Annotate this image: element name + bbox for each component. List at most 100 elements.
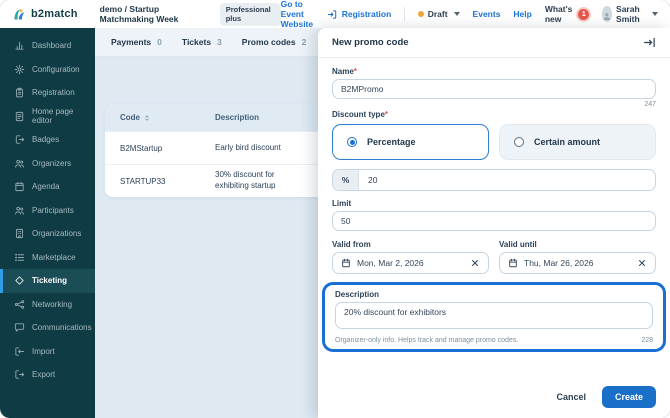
discount-type-certain-amount-option[interactable]: Certain amount: [499, 124, 656, 160]
name-label: Name*: [332, 67, 656, 76]
sidebar-item-registration[interactable]: Registration: [0, 81, 95, 105]
percentage-input-group: %: [332, 169, 656, 191]
sidebar-item-label: Badges: [32, 135, 60, 145]
percent-prefix: %: [333, 170, 359, 190]
percentage-input[interactable]: [359, 175, 655, 185]
clear-date-icon[interactable]: [637, 258, 647, 268]
option-label: Certain amount: [534, 137, 601, 147]
cancel-button[interactable]: Cancel: [556, 392, 586, 402]
whats-new-count-badge: 1: [578, 8, 590, 20]
logo-text: b2match: [31, 8, 78, 20]
description-highlight-box: Description 20% discount for exhibitors …: [322, 282, 666, 352]
valid-from-label: Valid from: [332, 240, 371, 249]
sidebar-item-label: Ticketing: [32, 276, 67, 286]
breadcrumb[interactable]: demo / Startup Matchmaking Week: [100, 4, 210, 24]
valid-until-field[interactable]: Thu, Mar 26, 2026: [499, 252, 656, 274]
sidebar-item-export[interactable]: Export: [0, 363, 95, 387]
sidebar-item-configuration[interactable]: Configuration: [0, 58, 95, 82]
clear-date-icon[interactable]: [470, 258, 480, 268]
gear-icon: [14, 64, 25, 75]
sidebar-item-dashboard[interactable]: Dashboard: [0, 34, 95, 58]
network-icon: [14, 300, 25, 309]
valid-from-value: Mon, Mar 2, 2026: [357, 258, 424, 268]
user-menu[interactable]: Sarah Smith: [602, 4, 658, 24]
valid-until-label: Valid until: [499, 240, 537, 249]
description-char-counter: 228: [641, 337, 653, 344]
new-promo-code-drawer: New promo code Name* 247 Discount type* …: [318, 28, 670, 418]
badge-icon: [15, 135, 25, 144]
sidebar-item-badges[interactable]: Badges: [0, 128, 95, 152]
limit-label: Limit: [332, 199, 352, 208]
column-header-code[interactable]: Code: [105, 113, 200, 122]
ticket-icon: [15, 276, 24, 285]
tab-label: Tickets: [181, 37, 212, 47]
sidebar-item-label: Import: [32, 346, 55, 356]
sidebar-item-import[interactable]: Import: [0, 340, 95, 364]
sidebar-item-communications[interactable]: Communications: [0, 316, 95, 340]
clipboard-icon: [16, 87, 23, 98]
whats-new-button[interactable]: What's new 1: [545, 4, 590, 24]
sidebar-item-home-page-editor[interactable]: Home page editor: [0, 105, 95, 129]
calendar-icon: [342, 258, 350, 268]
cell-code: B2MStartup: [120, 143, 163, 153]
limit-input[interactable]: [332, 211, 656, 231]
sidebar-item-label: Configuration: [32, 64, 80, 74]
description-helper-row: Organizer-only info. Helps track and man…: [335, 335, 653, 346]
tab-label: Promo codes: [241, 37, 296, 47]
sidebar-item-organizations[interactable]: Organizations: [0, 222, 95, 246]
caret-down-icon: [453, 12, 460, 16]
people-icon: [15, 206, 24, 215]
top-bar: b2match demo / Startup Matchmaking Week …: [0, 0, 670, 29]
go-to-event-website-link[interactable]: Go to Event Website: [281, 0, 314, 29]
export-icon: [15, 370, 25, 379]
caret-down-icon: [652, 12, 658, 16]
sidebar-item-ticketing[interactable]: Ticketing: [0, 269, 95, 293]
discount-type-percentage-option[interactable]: Percentage: [332, 124, 489, 160]
b2match-logo[interactable]: b2match: [12, 7, 78, 22]
tab-label: Payments: [111, 37, 152, 47]
user-name: Sarah Smith: [616, 4, 640, 24]
radio-unselected-icon: [514, 137, 524, 147]
sidebar-item-participants[interactable]: Participants: [0, 199, 95, 223]
event-status-dropdown[interactable]: Draft: [417, 9, 460, 19]
list-icon: [15, 253, 25, 261]
description-textarea[interactable]: 20% discount for exhibitors: [335, 302, 653, 329]
b2match-logo-icon: [14, 8, 25, 19]
collapse-panel-button[interactable]: [643, 36, 656, 49]
sidebar-item-label: Organizers: [32, 158, 72, 168]
tab-payments[interactable]: Payments 0: [111, 37, 162, 47]
name-char-counter: 247: [644, 101, 656, 108]
tab-count: 2: [301, 37, 307, 47]
tab-count: 3: [217, 37, 222, 47]
people-icon: [15, 159, 24, 168]
discount-type-label: Discount type*: [332, 110, 656, 119]
sidebar-item-label: Communications: [32, 323, 92, 333]
required-asterisk: *: [384, 110, 389, 119]
validity-dates: Valid from Mon, Mar 2, 2026 Valid until …: [332, 240, 656, 274]
events-link[interactable]: Events: [473, 9, 501, 19]
sidebar-item-networking[interactable]: Networking: [0, 293, 95, 317]
sidebar-item-organizers[interactable]: Organizers: [0, 152, 95, 176]
sidebar-item-marketplace[interactable]: Marketplace: [0, 246, 95, 270]
cell-code: STARTUP33: [120, 176, 166, 186]
tab-promo-codes[interactable]: Promo codes 2: [242, 37, 307, 47]
help-link[interactable]: Help: [513, 9, 531, 19]
document-icon: [15, 111, 24, 121]
registration-link[interactable]: Registration: [327, 9, 391, 20]
create-button[interactable]: Create: [601, 386, 656, 408]
valid-from-group: Valid from Mon, Mar 2, 2026: [332, 240, 489, 274]
valid-until-group: Valid until Thu, Mar 26, 2026: [499, 240, 656, 274]
sidebar-item-label: Participants: [32, 205, 74, 215]
required-asterisk: *: [353, 67, 357, 76]
sidebar-item-agenda[interactable]: Agenda: [0, 175, 95, 199]
draft-status-dot-icon: [417, 11, 424, 17]
name-label-text: Name: [332, 67, 354, 76]
collapse-panel-icon: [644, 37, 655, 48]
sort-icon: [145, 114, 149, 121]
tab-tickets[interactable]: Tickets 3: [182, 37, 222, 47]
valid-from-field[interactable]: Mon, Mar 2, 2026: [332, 252, 489, 274]
sidebar-item-label: Export: [32, 370, 56, 380]
column-header-description[interactable]: Description: [200, 113, 310, 122]
drawer-header: New promo code: [318, 28, 670, 58]
name-input[interactable]: [332, 79, 656, 99]
